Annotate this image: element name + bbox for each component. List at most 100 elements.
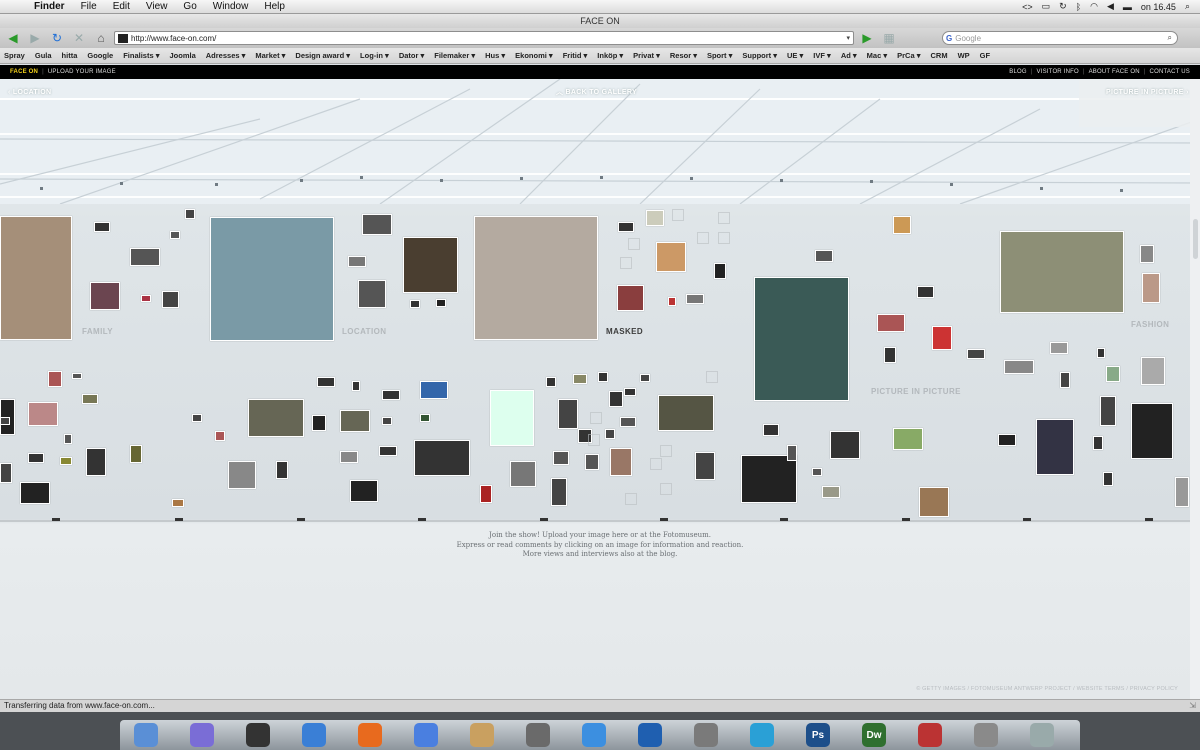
gallery-photo[interactable] bbox=[414, 440, 470, 476]
bookmark-item[interactable]: Adresses ▾ bbox=[206, 51, 246, 60]
gallery-photo[interactable] bbox=[932, 326, 952, 350]
bookmark-item[interactable]: Mac ▾ bbox=[867, 51, 887, 60]
gallery-photo[interactable] bbox=[228, 461, 256, 489]
menu-window[interactable]: Window bbox=[205, 1, 257, 12]
bookmark-item[interactable]: WP bbox=[958, 51, 970, 60]
bookmark-item[interactable]: Ekonomi ▾ bbox=[515, 51, 553, 60]
bookmark-item[interactable]: Market ▾ bbox=[255, 51, 285, 60]
gallery-photo[interactable] bbox=[754, 277, 849, 401]
address-bar[interactable]: http://www.face-on.com/ ▾ bbox=[114, 31, 854, 45]
gallery-photo[interactable] bbox=[763, 424, 779, 436]
gallery-photo[interactable] bbox=[379, 446, 397, 456]
gallery-photo[interactable] bbox=[640, 374, 650, 382]
gallery-photo[interactable] bbox=[312, 415, 326, 431]
category-fashion[interactable]: FASHION bbox=[1131, 320, 1169, 329]
footer-links[interactable]: © GETTY IMAGES / FOTOMUSEUM ANTWERP PROJ… bbox=[916, 686, 1178, 692]
bookmark-item[interactable]: PrCa ▾ bbox=[897, 51, 920, 60]
gallery-photo[interactable] bbox=[0, 463, 12, 483]
menu-edit[interactable]: Edit bbox=[105, 1, 138, 12]
gallery-photo[interactable] bbox=[170, 231, 180, 239]
extension-icon[interactable]: ▦ bbox=[880, 30, 898, 46]
bookmark-item[interactable]: GF bbox=[980, 51, 990, 60]
gallery-photo[interactable] bbox=[82, 394, 98, 404]
bookmark-item[interactable]: hitta bbox=[62, 51, 78, 60]
gallery-photo[interactable] bbox=[490, 390, 534, 446]
gallery-photo[interactable] bbox=[830, 431, 860, 459]
gallery-photo[interactable] bbox=[0, 216, 72, 340]
firefox-icon[interactable] bbox=[358, 723, 382, 747]
gallery-photo[interactable] bbox=[1050, 342, 1068, 354]
spotlight-icon[interactable]: ⌕ bbox=[1185, 1, 1190, 12]
menu-finder[interactable]: Finder bbox=[26, 1, 73, 12]
gallery-photo[interactable] bbox=[352, 381, 360, 391]
gallery-photo[interactable] bbox=[884, 347, 896, 363]
gallery-photo[interactable] bbox=[617, 285, 644, 311]
home-icon[interactable]: ⌂ bbox=[92, 30, 110, 46]
resize-handle-icon[interactable]: ⇲ bbox=[1189, 700, 1196, 712]
gallery-photo[interactable] bbox=[893, 428, 923, 450]
contact-link[interactable]: CONTACT US bbox=[1150, 69, 1190, 75]
bookmark-item[interactable]: Inköp ▾ bbox=[597, 51, 623, 60]
forward-icon[interactable]: ▶ bbox=[26, 30, 44, 46]
gallery-photo[interactable] bbox=[1106, 366, 1120, 382]
gallery-photo[interactable] bbox=[248, 399, 304, 437]
gallery-photo[interactable] bbox=[20, 482, 50, 504]
gallery-photo[interactable] bbox=[646, 210, 664, 226]
gallery-photo[interactable] bbox=[668, 297, 676, 306]
filezilla-icon[interactable] bbox=[918, 723, 942, 747]
gallery-photo[interactable] bbox=[215, 431, 225, 441]
volume-icon[interactable]: ◀ bbox=[1107, 1, 1114, 12]
gallery-photo[interactable] bbox=[141, 295, 151, 302]
gallery-photo[interactable] bbox=[420, 381, 448, 399]
gallery-photo[interactable] bbox=[480, 485, 492, 503]
gallery-photo[interactable] bbox=[362, 214, 392, 235]
gallery-photo[interactable] bbox=[276, 461, 288, 479]
gallery-photo[interactable] bbox=[605, 429, 615, 439]
gallery-photo[interactable] bbox=[403, 237, 458, 293]
bookmark-item[interactable]: Privat ▾ bbox=[633, 51, 660, 60]
bookmark-item[interactable]: Hus ▾ bbox=[485, 51, 505, 60]
gallery-photo[interactable] bbox=[130, 248, 160, 266]
bookmark-item[interactable]: Spray bbox=[4, 51, 25, 60]
dashboard-icon[interactable] bbox=[246, 723, 270, 747]
gallery-photo[interactable] bbox=[48, 371, 62, 387]
gallery-photo[interactable] bbox=[86, 448, 106, 476]
gallery-photo[interactable] bbox=[162, 291, 179, 308]
bookmark-item[interactable]: Filemaker ▾ bbox=[434, 51, 475, 60]
nav-next-pip[interactable]: PICTURE IN PICTURE › bbox=[1106, 89, 1189, 96]
gallery-photo[interactable] bbox=[551, 478, 567, 506]
gallery-photo[interactable] bbox=[919, 487, 949, 517]
gallery-photo[interactable] bbox=[60, 457, 72, 465]
bookmark-item[interactable]: IVF ▾ bbox=[813, 51, 831, 60]
skype-icon[interactable] bbox=[750, 723, 774, 747]
bookmark-item[interactable]: Joomla bbox=[170, 51, 196, 60]
gallery-photo[interactable] bbox=[90, 282, 120, 310]
gallery-photo[interactable] bbox=[787, 445, 797, 461]
gallery-photo[interactable] bbox=[714, 263, 726, 279]
trash-icon[interactable] bbox=[1030, 723, 1054, 747]
gallery-photo[interactable] bbox=[28, 402, 58, 426]
gallery-photo[interactable] bbox=[317, 377, 335, 387]
search-icon[interactable]: ⌕ bbox=[1168, 33, 1177, 43]
reload-icon[interactable]: ↻ bbox=[48, 30, 66, 46]
gallery-photo[interactable] bbox=[624, 388, 636, 396]
gallery-photo[interactable] bbox=[741, 455, 797, 503]
back-to-gallery-link[interactable]: ︿ BACK TO GALLERY bbox=[556, 87, 637, 97]
gallery-photo[interactable] bbox=[656, 242, 686, 272]
gallery-photo[interactable] bbox=[620, 417, 636, 427]
gallery-photo[interactable] bbox=[1060, 372, 1070, 388]
gallery-photo[interactable] bbox=[185, 209, 195, 219]
gallery-photo[interactable] bbox=[340, 410, 370, 432]
menu-go[interactable]: Go bbox=[175, 1, 204, 12]
gallery-photo[interactable] bbox=[598, 372, 608, 382]
gallery-photo[interactable] bbox=[382, 390, 400, 400]
display-icon[interactable]: ▭ bbox=[1042, 1, 1051, 12]
sync-icon[interactable]: ↻ bbox=[1059, 1, 1067, 12]
safari-icon[interactable] bbox=[302, 723, 326, 747]
bookmark-item[interactable]: UE ▾ bbox=[787, 51, 803, 60]
site-logo[interactable]: FACE ON bbox=[10, 69, 38, 75]
script-menu-icon[interactable]: <> bbox=[1022, 2, 1033, 12]
gallery-photo[interactable] bbox=[553, 451, 569, 465]
bookmark-item[interactable]: Design award ▾ bbox=[295, 51, 350, 60]
category-picture-in-picture[interactable]: PICTURE IN PICTURE bbox=[871, 387, 961, 396]
